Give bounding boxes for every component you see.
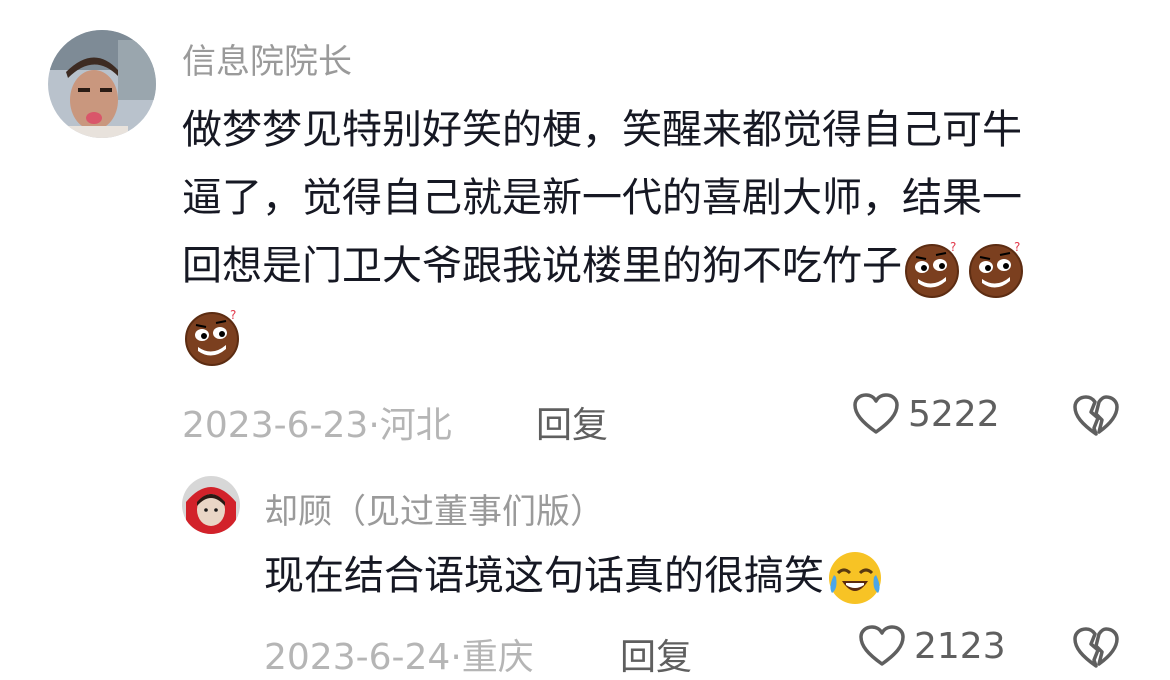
- username[interactable]: 信息院院长: [182, 34, 352, 83]
- comment-text-line: ?: [182, 300, 1142, 368]
- broken-heart-icon: [1073, 627, 1119, 668]
- like-count: 5222: [908, 393, 1000, 435]
- comment-location: 河北: [379, 405, 452, 446]
- svg-text:?: ?: [950, 240, 956, 254]
- comment-text-line: 逼了，觉得自己就是新一代的喜剧大师，结果一: [182, 175, 1022, 221]
- username[interactable]: 却顾（见过董事们版）: [264, 484, 604, 533]
- like-button[interactable]: 5222: [852, 392, 1000, 436]
- heart-outline-icon: [859, 625, 905, 666]
- comment-text-line: 回想是门卫大爷跟我说楼里的狗不吃竹子 ? ?: [182, 232, 1142, 300]
- broken-heart-icon: [1073, 395, 1119, 436]
- avatar[interactable]: [182, 476, 240, 534]
- like-count: 2123: [914, 625, 1006, 667]
- heart-outline-icon: [853, 393, 899, 434]
- comment-text: 做梦梦见特别好笑的梗，笑醒来都觉得自己可牛 逼了，觉得自己就是新一代的喜剧大师，…: [182, 96, 1142, 368]
- dislike-button[interactable]: [1072, 626, 1120, 674]
- like-button[interactable]: 2123: [858, 624, 1006, 668]
- svg-text:?: ?: [230, 308, 236, 322]
- reply-button[interactable]: 回复: [536, 396, 608, 448]
- reply-button[interactable]: 回复: [620, 628, 692, 680]
- confused-face-emoji: ? ?: [905, 240, 1023, 298]
- avatar[interactable]: [48, 30, 156, 138]
- comment-text: 现在结合语境这句话真的很搞笑: [264, 542, 886, 610]
- dislike-button[interactable]: [1072, 394, 1120, 442]
- reply-item: 却顾（见过董事们版） 现在结合语境这句话真的很搞笑 2023-6-24·重庆 回…: [0, 460, 1170, 679]
- comment-meta: 2023-6-24·重庆: [264, 637, 534, 678]
- comment-item: 信息院院长 做梦梦见特别好笑的梗，笑醒来都觉得自己可牛 逼了，觉得自己就是新一代…: [0, 0, 1170, 460]
- comment-text-line: 做梦梦见特别好笑的梗，笑醒来都觉得自己可牛: [182, 107, 1022, 153]
- comment-meta: 2023-6-23·河北: [182, 405, 452, 446]
- comment-date: 2023-6-24: [264, 637, 451, 678]
- crying-laughing-emoji: [829, 552, 881, 604]
- comment-location: 重庆: [461, 637, 534, 678]
- comment-date: 2023-6-23: [182, 405, 369, 446]
- svg-text:?: ?: [1014, 240, 1020, 254]
- confused-face-emoji: ?: [185, 308, 239, 366]
